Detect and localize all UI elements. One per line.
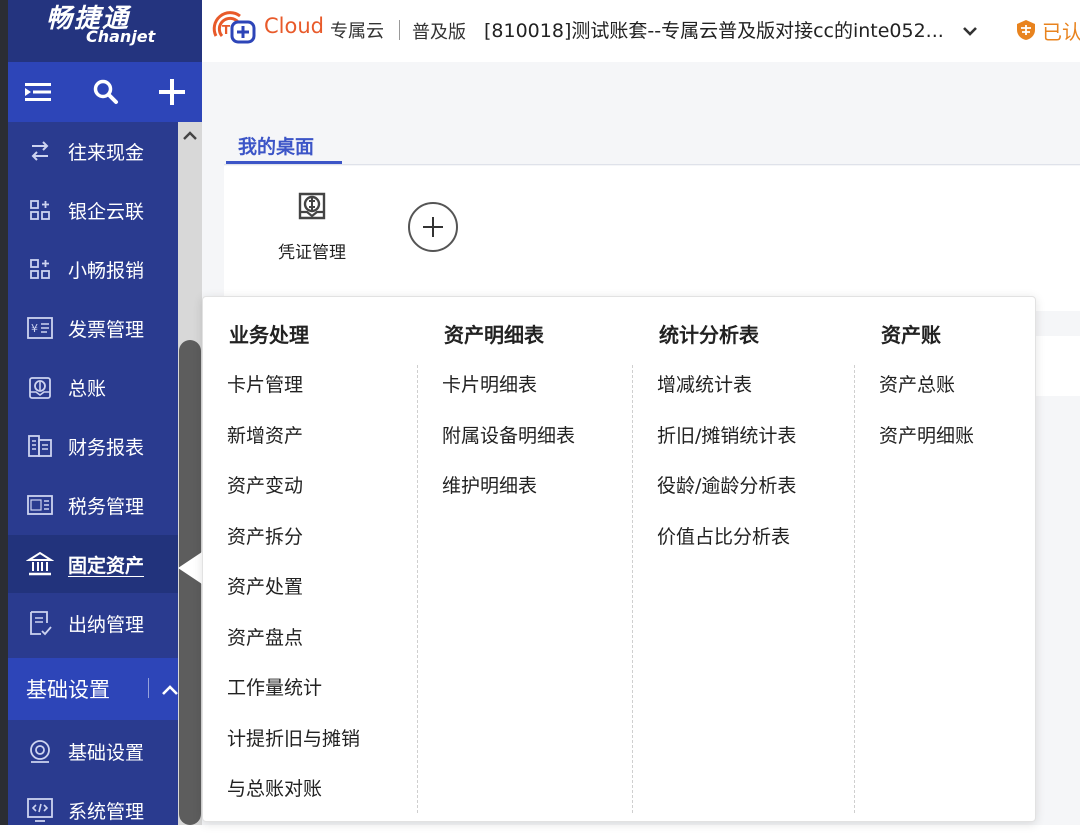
plus-icon [159, 79, 185, 105]
add-button[interactable] [154, 74, 190, 110]
app-label: 凭证管理 [278, 243, 346, 263]
menu-link[interactable]: 卡片管理 [227, 370, 303, 397]
sidebar-item-label: 总账 [68, 377, 107, 400]
column-title: 业务处理 [229, 323, 309, 347]
account-selector[interactable]: [810018]测试账套--专属云普及版对接cc的inte052... [484, 16, 944, 43]
menu-link[interactable]: 资产变动 [227, 471, 303, 498]
sidebar-item-label: 银企云联 [68, 200, 145, 223]
menu-link[interactable]: 与总账对账 [227, 774, 322, 801]
sidebar-item-label: 税务管理 [68, 495, 145, 518]
search-button[interactable] [88, 74, 124, 110]
voucher-icon [298, 192, 326, 220]
tab-bar: 我的桌面 [224, 120, 1080, 166]
auth-status[interactable]: 已认 [1042, 16, 1080, 45]
invoice-icon: ¥ [26, 314, 54, 342]
menu-link[interactable]: 维护明细表 [442, 471, 537, 498]
menu-link[interactable]: 价值占比分析表 [657, 522, 790, 549]
menu-link[interactable]: 计提折旧与摊销 [227, 724, 360, 751]
sidebar-item-reports[interactable]: 财务报表 [8, 417, 178, 475]
section-divider [148, 678, 149, 698]
menu-column-asset-ledger: 资产账 资产总账 资产明细账 [855, 297, 1070, 821]
tab-bar-divider [224, 164, 1080, 165]
svg-text:T: T [222, 23, 231, 37]
menu-link[interactable]: 资产拆分 [227, 522, 303, 549]
menu-link[interactable]: 资产明细账 [879, 421, 974, 448]
sidebar-item-label: 往来现金 [68, 141, 145, 164]
flyout-pointer [178, 552, 202, 584]
search-icon [93, 79, 118, 104]
ledger-icon [26, 373, 54, 401]
add-app-button[interactable] [408, 202, 458, 252]
exchange-icon [26, 137, 54, 165]
column-title: 统计分析表 [659, 323, 759, 347]
sidebar-item-reimburse[interactable]: 小畅报销 [8, 240, 178, 298]
section-label: 基础设置 [26, 678, 110, 702]
sidebar-item-bank-link[interactable]: 银企云联 [8, 181, 178, 239]
menu-link[interactable]: 役龄/逾龄分析表 [657, 471, 796, 498]
tax-icon [26, 491, 54, 519]
cloud-label: Cloud [264, 14, 324, 38]
brand-name-en: Chanjet [86, 27, 156, 46]
tab-my-desktop[interactable]: 我的桌面 [238, 132, 314, 159]
sidebar-toolbar [8, 62, 202, 122]
bank-icon [26, 550, 54, 578]
menu-link[interactable]: 卡片明细表 [442, 370, 537, 397]
sidebar-item-cashier[interactable]: 出纳管理 [8, 594, 178, 652]
tplus-logo-icon: T [212, 11, 256, 44]
product-name: 专属云 [330, 21, 384, 42]
sidebar-item-system[interactable]: 系统管理 [8, 781, 178, 839]
sidebar-item-label: 发票管理 [68, 318, 145, 341]
menu-link[interactable]: 资产盘点 [227, 623, 303, 650]
menu-column-detail: 资产明细表 卡片明细表 附属设备明细表 维护明细表 [418, 297, 633, 821]
window-edge [0, 0, 8, 825]
menu-column-business: 业务处理 卡片管理 新增资产 资产变动 资产拆分 资产处置 资产盘点 工作量统计… [203, 297, 418, 821]
sidebar-item-label: 系统管理 [68, 800, 145, 823]
menu-link[interactable]: 增减统计表 [657, 370, 752, 397]
collapse-menu-button[interactable] [20, 74, 56, 110]
scroll-up-button[interactable] [178, 126, 202, 146]
brand-logo: 畅捷通 Chanjet [8, 0, 202, 62]
sidebar-item-label: 小畅报销 [68, 259, 145, 282]
section-collapse-button[interactable] [160, 682, 180, 698]
chevron-up-icon [183, 131, 197, 140]
app-voucher-management[interactable]: 凭证管理 [262, 186, 362, 266]
report-icon [26, 432, 54, 460]
menu-link[interactable]: 附属设备明细表 [442, 421, 575, 448]
fixed-asset-menu-panel: 业务处理 卡片管理 新增资产 资产变动 资产拆分 资产处置 资产盘点 工作量统计… [202, 296, 1036, 822]
code-icon [26, 796, 54, 824]
menu-link[interactable]: 新增资产 [227, 421, 303, 448]
sidebar-item-tax[interactable]: 税务管理 [8, 476, 178, 534]
menu-link[interactable]: 工作量统计 [227, 673, 322, 700]
grid-plus-icon [26, 255, 54, 283]
sidebar: 畅捷通 Chanjet 往来现金 银企云联 小畅报销 ¥ 发票管理 总账 财务报… [8, 0, 202, 825]
sidebar-item-accounts-cash[interactable]: 往来现金 [8, 122, 178, 180]
sidebar-item-fixed-assets[interactable]: 固定资产 [8, 535, 178, 593]
sidebar-item-label: 财务报表 [68, 436, 145, 459]
menu-column-analysis: 统计分析表 增减统计表 折旧/摊销统计表 役龄/逾龄分析表 价值占比分析表 [633, 297, 848, 821]
cashier-icon [26, 609, 54, 637]
svg-text:¥: ¥ [31, 322, 38, 335]
header-divider [399, 20, 400, 40]
settings-icon [26, 737, 54, 765]
column-title: 资产明细表 [444, 323, 544, 347]
column-title: 资产账 [881, 323, 941, 347]
sidebar-item-basic-settings[interactable]: 基础设置 [8, 722, 178, 780]
menu-link[interactable]: 资产处置 [227, 572, 303, 599]
menu-collapse-icon [25, 83, 51, 101]
sidebar-item-label: 基础设置 [68, 741, 145, 764]
chevron-up-icon [162, 685, 178, 695]
edition-label: 普及版 [412, 22, 466, 43]
chevron-down-icon[interactable] [959, 20, 981, 42]
menu-link[interactable]: 资产总账 [879, 370, 955, 397]
menu-link[interactable]: 折旧/摊销统计表 [657, 421, 796, 448]
top-header: T Cloud 专属云 普及版 [810018]测试账套--专属云普及版对接cc… [202, 0, 1080, 63]
grid-plus-icon [26, 196, 54, 224]
sidebar-item-invoice[interactable]: ¥ 发票管理 [8, 299, 178, 357]
plus-icon [423, 217, 443, 237]
certification-icon [1017, 20, 1035, 40]
sidebar-item-label: 固定资产 [68, 554, 145, 577]
sidebar-item-ledger[interactable]: 总账 [8, 358, 178, 416]
sidebar-item-label: 出纳管理 [68, 613, 145, 636]
